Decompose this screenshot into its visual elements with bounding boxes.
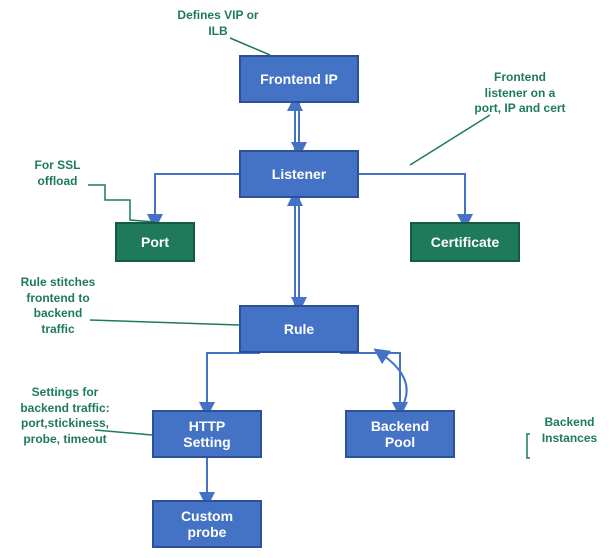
rule-box: Rule xyxy=(239,305,359,353)
backend-instances-annotation: Backend Instances xyxy=(532,415,607,446)
frontend-listener-annotation: Frontend listener on a port, IP and cert xyxy=(455,70,585,117)
diagram-container: Frontend IP Listener Port Certificate Ru… xyxy=(0,0,610,558)
custom-probe-label: Custom probe xyxy=(181,508,233,540)
frontend-ip-box: Frontend IP xyxy=(239,55,359,103)
http-setting-label: HTTP Setting xyxy=(183,418,230,450)
defines-vip-annotation: Defines VIP or ILB xyxy=(168,8,268,39)
backend-pool-label: Backend Pool xyxy=(371,418,429,450)
settings-for-annotation: Settings for backend traffic: port,stick… xyxy=(5,385,125,447)
certificate-box: Certificate xyxy=(410,222,520,262)
listener-box: Listener xyxy=(239,150,359,198)
for-ssl-annotation: For SSL offload xyxy=(15,158,100,189)
http-setting-box: HTTP Setting xyxy=(152,410,262,458)
backend-pool-box: Backend Pool xyxy=(345,410,455,458)
custom-probe-box: Custom probe xyxy=(152,500,262,548)
rule-stitches-annotation: Rule stitches frontend to backend traffi… xyxy=(8,275,108,337)
port-box: Port xyxy=(115,222,195,262)
